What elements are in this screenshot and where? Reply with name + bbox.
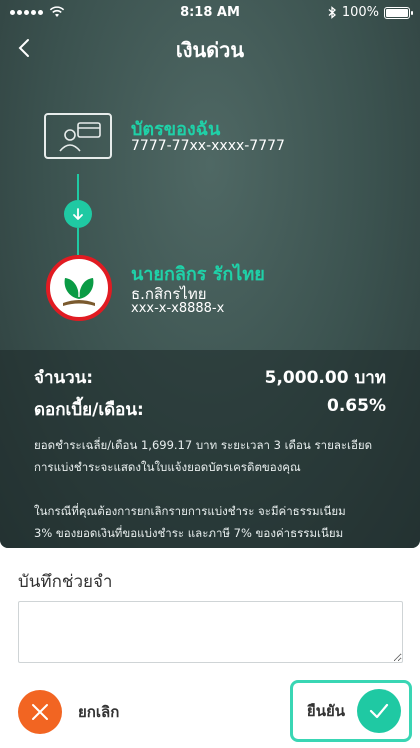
kbank-logo	[46, 255, 112, 321]
summary-panel: จำนวน: 5,000.00 บาท ดอกเบี้ย/เดือน: 0.65…	[0, 350, 420, 548]
interest-row: ดอกเบี้ย/เดือน: 0.65%	[34, 396, 386, 423]
memo-input[interactable]	[18, 601, 403, 663]
connector-line-bottom	[77, 228, 79, 255]
confirm-button[interactable]: ยืนยัน	[290, 680, 412, 742]
transfer-panel: 8:18 AM 100% เงินด่วน บัตรของฉัน 7777-77…	[0, 0, 420, 548]
arrow-down-icon	[64, 200, 92, 228]
check-icon	[357, 689, 401, 733]
interest-value: 0.65%	[327, 396, 386, 416]
cancellation-note-line: ในกรณีที่คุณต้องการยกเลิกรายการแบ่งชำระ …	[34, 504, 346, 518]
connector-line-top	[77, 174, 79, 200]
installment-note: ยอดชำระเฉลี่ย/เดือน 1,699.17 บาท ระยะเวล…	[34, 434, 390, 478]
installment-note-line: การแบ่งชำระจะแสดงในใบแจ้งยอดบัตรเครดิตขอ…	[34, 460, 301, 474]
payee-account: xxx-x-x8888-x	[131, 301, 225, 316]
amount-row: จำนวน: 5,000.00 บาท	[34, 364, 386, 391]
memo-label: บันทึกช่วยจำ	[18, 572, 113, 592]
from-card-number: 7777-77xx-xxxx-7777	[131, 138, 285, 154]
cancel-button[interactable]: ยกเลิก	[18, 690, 119, 734]
status-bar: 8:18 AM 100%	[0, 0, 420, 26]
status-right: 100%	[328, 5, 413, 20]
cancellation-note-line: 3% ของยอดเงินที่ขอแบ่งชำระ และภาษี 7% ขอ…	[34, 526, 344, 540]
page-title: เงินด่วน	[175, 38, 245, 62]
close-icon	[18, 690, 62, 734]
battery-icon	[384, 6, 413, 19]
battery-percent: 100%	[341, 5, 379, 20]
card-icon	[44, 113, 112, 159]
interest-label: ดอกเบี้ย/เดือน:	[34, 400, 144, 420]
cancel-label: ยกเลิก	[78, 703, 120, 721]
cancellation-note: ในกรณีที่คุณต้องการยกเลิกรายการแบ่งชำระ …	[34, 500, 390, 544]
amount-value: 5,000.00 บาท	[264, 368, 386, 388]
installment-note-line: ยอดชำระเฉลี่ย/เดือน 1,699.17 บาท ระยะเวล…	[34, 438, 373, 452]
amount-label: จำนวน:	[34, 368, 94, 388]
bluetooth-icon	[328, 6, 336, 19]
confirm-label: ยืนยัน	[306, 702, 345, 720]
